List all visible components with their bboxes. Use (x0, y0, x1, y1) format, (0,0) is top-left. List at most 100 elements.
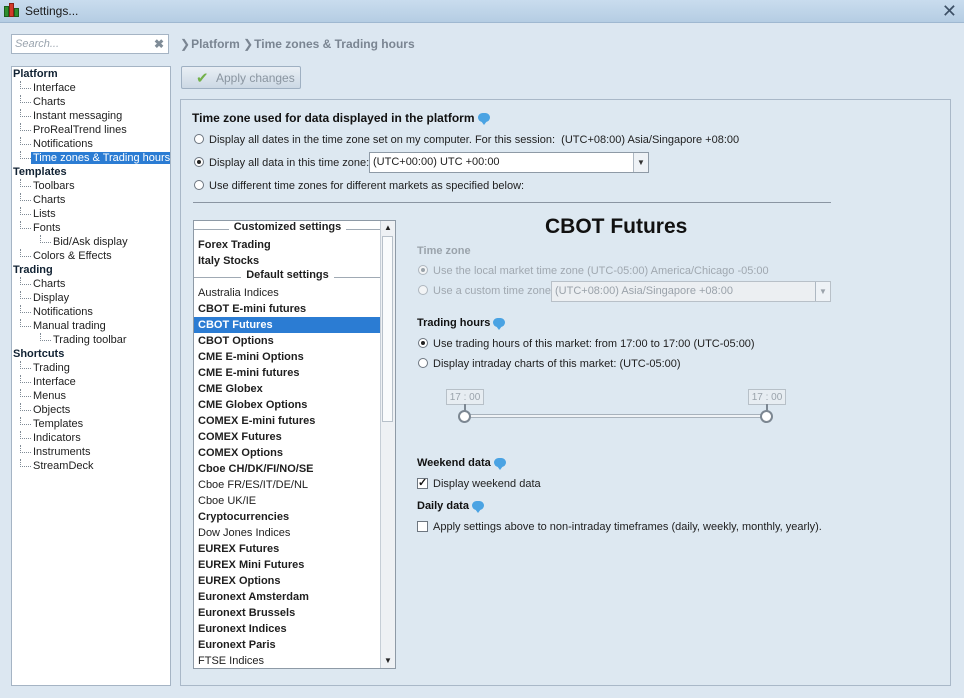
list-item[interactable]: EUREX Options (194, 573, 395, 589)
breadcrumb: ❯Platform ❯Time zones & Trading hours (180, 37, 415, 51)
option-use-trading-hours[interactable]: Use trading hours of this market: from 1… (418, 338, 755, 350)
tree-item[interactable]: Fonts (12, 221, 170, 235)
tree-item-label: Charts (33, 278, 66, 290)
daily-data-option[interactable]: Apply settings above to non-intraday tim… (417, 520, 822, 533)
tree-item[interactable]: Menus (12, 389, 170, 403)
tree-category[interactable]: Templates (12, 165, 170, 179)
tree-item-label: Lists (33, 208, 56, 220)
list-item[interactable]: Forex Trading (194, 237, 395, 253)
list-item[interactable]: Cryptocurrencies (194, 509, 395, 525)
radio-button[interactable] (418, 338, 428, 349)
slider-start-handle[interactable] (458, 410, 471, 423)
option-fixed-label: Display all data in this time zone: (209, 157, 370, 169)
list-item[interactable]: Euronext Brussels (194, 605, 395, 621)
info-bubble-icon[interactable] (471, 500, 484, 513)
tree-item-label: Bid/Ask display (53, 236, 128, 248)
list-item[interactable]: Cboe UK/IE (194, 493, 395, 509)
tree-item-label: StreamDeck (33, 460, 94, 472)
tree-item[interactable]: Toolbars (12, 179, 170, 193)
search-field[interactable]: ✖ (11, 34, 169, 54)
option-market-timezones[interactable]: Use different time zones for different m… (194, 180, 524, 192)
list-item[interactable]: Euronext Indices (194, 621, 395, 637)
scroll-down-icon[interactable]: ▼ (381, 654, 395, 668)
list-item[interactable]: CME Globex Options (194, 397, 395, 413)
tree-category[interactable]: Platform (12, 67, 170, 81)
scrollbar-thumb[interactable] (382, 236, 393, 422)
tree-item-label: Objects (33, 404, 71, 416)
tree-item[interactable]: Time zones & Trading hours (12, 151, 170, 165)
tree-item[interactable]: Trading toolbar (12, 333, 170, 347)
clear-search-icon[interactable]: ✖ (154, 37, 164, 51)
tree-item-label: Notifications (33, 306, 93, 318)
tree-item[interactable]: Lists (12, 207, 170, 221)
tree-category[interactable]: Shortcuts (12, 347, 170, 361)
breadcrumb-separator-icon: ❯ (180, 37, 191, 51)
tree-item[interactable]: Instant messaging (12, 109, 170, 123)
list-item[interactable]: COMEX E-mini futures (194, 413, 395, 429)
tree-item[interactable]: StreamDeck (12, 459, 170, 473)
tree-item[interactable]: Instruments (12, 445, 170, 459)
list-item[interactable]: Euronext Paris (194, 637, 395, 653)
option-fixed-timezone[interactable]: Display all data in this time zone: (194, 157, 369, 169)
tree-item[interactable]: Interface (12, 81, 170, 95)
list-item[interactable]: Dow Jones Indices (194, 525, 395, 541)
close-icon[interactable]: ✕ (942, 1, 957, 21)
tree-item[interactable]: ProRealTrend lines (12, 123, 170, 137)
list-item[interactable]: CME E-mini Options (194, 349, 395, 365)
list-item[interactable]: COMEX Options (194, 445, 395, 461)
weekend-checkbox[interactable] (417, 476, 428, 489)
list-item[interactable]: EUREX Futures (194, 541, 395, 557)
info-bubble-icon[interactable] (477, 113, 490, 126)
tree-item[interactable]: Notifications (12, 305, 170, 319)
tree-item[interactable]: Manual trading (12, 319, 170, 333)
market-list: Customized settings Forex Trading Italy St… (193, 220, 396, 669)
list-item[interactable]: EUREX Mini Futures (194, 557, 395, 573)
breadcrumb-item[interactable]: Platform (191, 37, 240, 51)
radio-button[interactable] (194, 180, 204, 191)
list-scrollbar[interactable]: ▲ ▼ (380, 221, 395, 668)
list-item[interactable]: CME Globex (194, 381, 395, 397)
list-item[interactable]: Australia Indices (194, 285, 395, 301)
search-input[interactable] (15, 36, 150, 52)
tree-item[interactable]: Colors & Effects (12, 249, 170, 263)
tree-item[interactable]: Indicators (12, 431, 170, 445)
option-intraday-hours[interactable]: Display intraday charts of this market: … (418, 358, 681, 370)
apply-changes-button[interactable]: ✔ Apply changes (181, 66, 301, 89)
daily-checkbox[interactable] (417, 520, 428, 532)
list-item[interactable]: COMEX Futures (194, 429, 395, 445)
list-item[interactable]: FTSE Indices (194, 653, 395, 668)
window-title: Settings... (25, 4, 79, 18)
tree-item[interactable]: Notifications (12, 137, 170, 151)
tree-item[interactable]: Charts (12, 95, 170, 109)
chevron-down-icon[interactable]: ▼ (633, 153, 648, 172)
tree-item[interactable]: Display (12, 291, 170, 305)
info-bubble-icon[interactable] (493, 317, 506, 330)
list-item[interactable]: Euronext Amsterdam (194, 589, 395, 605)
list-item[interactable]: CBOT Futures (194, 317, 381, 333)
list-section-header-label: Default settings (241, 269, 334, 281)
tree-item[interactable]: Objects (12, 403, 170, 417)
tree-item[interactable]: Templates (12, 417, 170, 431)
scroll-up-icon[interactable]: ▲ (381, 221, 395, 235)
list-item[interactable]: Cboe CH/DK/FI/NO/SE (194, 461, 395, 477)
list-item[interactable]: CME E-mini futures (194, 365, 395, 381)
list-item[interactable]: CBOT E-mini futures (194, 301, 395, 317)
list-item[interactable]: Italy Stocks (194, 253, 395, 269)
info-bubble-icon[interactable] (493, 457, 506, 470)
option-computer-timezone[interactable]: Display all dates in the time zone set o… (194, 134, 739, 146)
timezone-select[interactable]: (UTC+00:00) UTC +00:00 ▼ (369, 152, 649, 173)
tree-category[interactable]: Trading (12, 263, 170, 277)
trading-hours-slider-track (465, 414, 769, 418)
tree-item[interactable]: Charts (12, 277, 170, 291)
tree-item[interactable]: Trading (12, 361, 170, 375)
list-item[interactable]: CBOT Options (194, 333, 395, 349)
radio-button[interactable] (194, 157, 204, 168)
weekend-data-option[interactable]: Display weekend data (417, 476, 541, 490)
slider-end-handle[interactable] (760, 410, 773, 423)
tree-item[interactable]: Bid/Ask display (12, 235, 170, 249)
list-item[interactable]: Cboe FR/ES/IT/DE/NL (194, 477, 395, 493)
radio-button[interactable] (418, 358, 428, 369)
tree-item[interactable]: Interface (12, 375, 170, 389)
tree-item[interactable]: Charts (12, 193, 170, 207)
radio-button[interactable] (194, 134, 204, 145)
